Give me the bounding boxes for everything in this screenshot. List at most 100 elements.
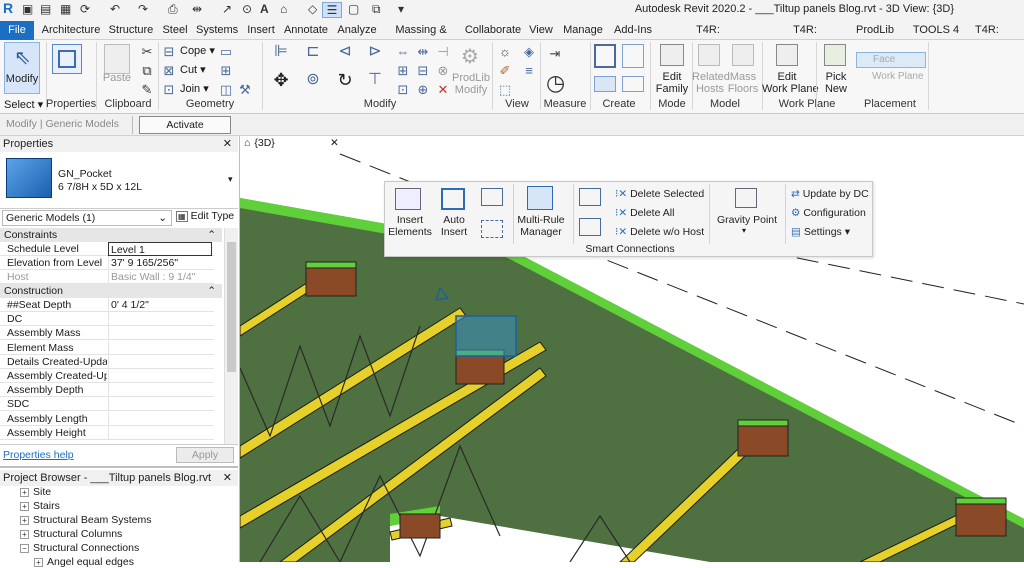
- configuration-button[interactable]: ⚙ Configuration: [791, 207, 866, 219]
- property-row[interactable]: SDC: [0, 397, 214, 412]
- tab-systems[interactable]: Systems: [196, 21, 238, 40]
- tab-insert[interactable]: Insert: [245, 21, 277, 40]
- gravity-point-button[interactable]: Gravity Point: [711, 214, 783, 226]
- constraints-section[interactable]: Constraints ⌃: [0, 228, 222, 242]
- close-hidden-icon[interactable]: ▢: [348, 2, 359, 18]
- edit-family-icon[interactable]: [660, 44, 684, 66]
- property-value[interactable]: [108, 397, 212, 412]
- property-row[interactable]: Details Created-Updat...: [0, 354, 214, 369]
- tab-tools-4-bim[interactable]: TOOLS 4 BIM: [904, 21, 968, 55]
- close-icon[interactable]: ✕: [223, 470, 232, 486]
- cut-button[interactable]: Cut ▾: [180, 63, 206, 76]
- cope-icon[interactable]: ⊟: [160, 44, 178, 60]
- split-face-icon[interactable]: ⊞: [217, 63, 235, 79]
- trim-icon[interactable]: ⊤: [366, 72, 384, 88]
- delete-selected-button[interactable]: ⁝✕ Delete Selected: [615, 188, 704, 200]
- auto-insert-icon[interactable]: [441, 188, 465, 210]
- copy-icon[interactable]: ⧉: [138, 63, 156, 79]
- create-parts-icon[interactable]: [622, 44, 644, 68]
- align-icon[interactable]: ⊫: [272, 44, 290, 60]
- property-row[interactable]: Assembly Mass: [0, 326, 214, 341]
- text-icon[interactable]: A: [260, 2, 269, 18]
- properties-scrollbar[interactable]: [224, 228, 238, 444]
- mass-floors-icon[interactable]: [732, 44, 754, 66]
- tree-item[interactable]: + Angel equal edges: [34, 556, 134, 568]
- tab-manage[interactable]: Manage: [562, 21, 604, 40]
- tab-massing-site[interactable]: Massing & Site: [386, 21, 456, 55]
- edit-type-button[interactable]: ▦ Edit Type: [176, 210, 234, 222]
- scale-icon[interactable]: ⊡: [394, 82, 412, 98]
- override-graphics-icon[interactable]: ✐: [496, 63, 514, 79]
- tab-t4r-reinforcement[interactable]: T4R: Reinforcement: [662, 21, 754, 55]
- tree-item[interactable]: + Structural Columns: [20, 528, 122, 540]
- measure-between-icon[interactable]: ⇥: [546, 46, 564, 62]
- property-row[interactable]: DC: [0, 312, 214, 327]
- switch-windows-icon[interactable]: ⧉: [372, 2, 381, 18]
- expand-icon[interactable]: +: [20, 502, 29, 511]
- multi-rule-manager-button[interactable]: Multi-Rule Manager: [513, 214, 569, 238]
- measure-icon[interactable]: ⇹: [192, 2, 202, 18]
- rotate-icon[interactable]: ↻: [336, 71, 354, 89]
- tab-analyze[interactable]: Analyze: [337, 21, 377, 40]
- wall-joins-icon[interactable]: ▭: [217, 44, 235, 60]
- construction-section[interactable]: Construction ⌃: [0, 284, 222, 298]
- property-row[interactable]: Assembly Depth: [0, 383, 214, 398]
- tag-icon[interactable]: ⊙: [242, 2, 252, 18]
- property-value[interactable]: [108, 411, 212, 426]
- tab-collaborate[interactable]: Collaborate: [464, 21, 522, 40]
- apply-button[interactable]: Apply: [176, 447, 234, 463]
- paint-icon[interactable]: ◫: [217, 82, 235, 98]
- trim-extend-icon[interactable]: ⊣: [434, 44, 452, 60]
- scissors-icon[interactable]: ✂: [138, 44, 156, 60]
- sync-connections-icon[interactable]: [481, 188, 503, 206]
- pin-icon[interactable]: ⊕: [414, 82, 432, 98]
- property-value[interactable]: [108, 354, 212, 369]
- selected-pocket[interactable]: [455, 315, 517, 357]
- create-similar-icon[interactable]: [622, 76, 644, 92]
- activate-dimensions-button[interactable]: Activate Dimensions: [139, 116, 231, 147]
- 3d-view-icon[interactable]: ⌂: [280, 2, 287, 18]
- face-button[interactable]: Face: [856, 52, 926, 68]
- cope-button[interactable]: Cope ▾: [180, 44, 215, 57]
- tree-item[interactable]: + Structural Beam Systems: [20, 514, 151, 526]
- properties-help-link[interactable]: Properties help: [3, 449, 74, 461]
- multi-rule-icon[interactable]: [527, 186, 553, 210]
- property-value[interactable]: [108, 312, 212, 327]
- redo-icon[interactable]: ↷: [138, 2, 148, 18]
- lightbulb-icon[interactable]: ☼: [496, 44, 514, 60]
- settings-button[interactable]: ▤ Settings ▾: [791, 226, 850, 238]
- array-icon[interactable]: ⊞: [394, 63, 412, 79]
- save-icon[interactable]: ▦: [60, 2, 71, 18]
- view-tab[interactable]: ⌂ {3D} ✕: [244, 137, 344, 152]
- hide-icon[interactable]: ◈: [520, 44, 538, 60]
- expand-icon[interactable]: −: [20, 544, 29, 553]
- tab-prodlib[interactable]: ProdLib: [855, 21, 895, 40]
- insert-elements-button[interactable]: Insert Elements: [387, 214, 433, 238]
- property-value[interactable]: [108, 425, 212, 440]
- edit-connection-icon[interactable]: [579, 188, 601, 206]
- element-filter-dropdown[interactable]: Generic Models (1) ⌄: [2, 210, 172, 226]
- revit-logo[interactable]: R: [3, 0, 13, 16]
- edit-work-plane-icon[interactable]: [776, 44, 798, 66]
- dimension-icon[interactable]: ↗: [222, 2, 232, 18]
- property-row[interactable]: Schedule Level Level 1: [0, 242, 214, 256]
- undo-icon[interactable]: ↶: [110, 2, 120, 18]
- tab-add-ins[interactable]: Add-Ins: [612, 21, 654, 40]
- property-value[interactable]: [108, 326, 212, 341]
- property-value[interactable]: Level 1: [108, 242, 212, 256]
- property-row[interactable]: Host Basic Wall : 9 1/4": [0, 270, 214, 284]
- auto-insert-button[interactable]: Auto Insert: [435, 214, 473, 238]
- delete-all-button[interactable]: ⁝✕ Delete All: [615, 207, 674, 219]
- gravity-point-icon[interactable]: [735, 188, 757, 208]
- mirror-draw-icon[interactable]: ⊳: [366, 44, 384, 60]
- folder-icon[interactable]: ▤: [40, 2, 51, 18]
- customize-qat-icon[interactable]: ▾: [398, 2, 404, 18]
- property-value[interactable]: 37' 9 165/256": [108, 256, 212, 270]
- create-assembly-icon[interactable]: [594, 44, 616, 68]
- split-gap-icon[interactable]: ⇹: [414, 44, 432, 60]
- expand-icon[interactable]: +: [20, 516, 29, 525]
- demolish-icon[interactable]: ⚒: [236, 82, 254, 98]
- property-row[interactable]: Assembly Length: [0, 411, 214, 426]
- tab-view[interactable]: View: [528, 21, 554, 40]
- pocket[interactable]: [955, 501, 1007, 537]
